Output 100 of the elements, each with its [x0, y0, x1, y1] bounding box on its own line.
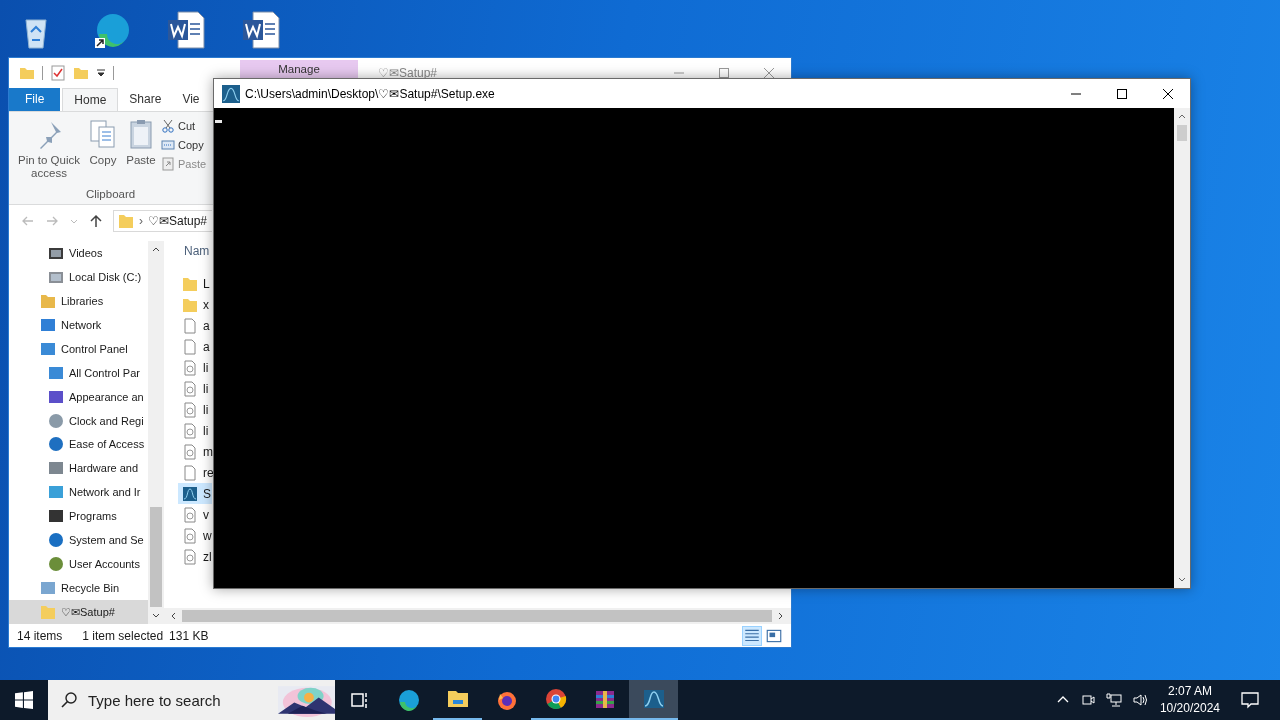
gear-document-icon [182, 422, 198, 439]
nav-item[interactable]: Libraries [9, 288, 148, 313]
file-row[interactable]: re [178, 462, 212, 483]
window-title: C:\Users\admin\Desktop\♡✉Satup#\Setup.exe [245, 86, 495, 101]
file-row[interactable]: zl [178, 546, 212, 567]
nav-item[interactable]: Ease of Access [9, 432, 148, 457]
pin-button[interactable]: Pin to Quick access [15, 116, 83, 188]
file-row[interactable]: x [178, 294, 212, 315]
nav-item[interactable]: All Control Par [9, 360, 148, 385]
cut-button[interactable]: Cut [161, 118, 207, 134]
window-title: ♡✉Satup# [378, 66, 438, 80]
file-row[interactable]: L [178, 273, 212, 294]
network-icon [48, 484, 64, 501]
network-icon[interactable] [1105, 692, 1122, 708]
file-row[interactable]: m [178, 441, 212, 462]
file-row[interactable]: a [178, 315, 212, 336]
gear-document-icon [182, 548, 198, 565]
ribbon-tab[interactable]: File [9, 88, 61, 111]
shortcut-icon [161, 157, 175, 171]
file-row[interactable]: li [178, 399, 212, 420]
clock-date: 10/20/2024 [1159, 700, 1220, 717]
control-panel-icon [40, 340, 56, 357]
app-icon [182, 485, 198, 502]
column-header[interactable]: Nam [178, 241, 212, 265]
users-icon [48, 556, 64, 573]
chrome-icon [543, 687, 568, 711]
nav-item[interactable]: Network and Ir [9, 480, 148, 505]
file-row[interactable]: li [178, 378, 212, 399]
printer-icon [48, 460, 64, 477]
search-icon [60, 691, 78, 709]
clock-time: 2:07 AM [1167, 683, 1212, 700]
word-document-icon[interactable] [241, 8, 281, 52]
clock[interactable]: 2:07 AM 10/20/2024 [1159, 683, 1220, 717]
nav-item[interactable]: Appearance an [9, 384, 148, 409]
gear-document-icon [182, 506, 198, 523]
ribbon-tab[interactable]: Vie [172, 88, 200, 111]
document-icon [182, 338, 198, 355]
browser-icon [396, 688, 421, 712]
dropdown-icon[interactable] [96, 68, 106, 78]
word-document-icon[interactable] [166, 8, 206, 52]
nav-item[interactable]: Control Panel [9, 336, 148, 361]
file-row[interactable]: a [178, 336, 212, 357]
folder-icon [118, 213, 134, 229]
scrollbar[interactable] [148, 241, 164, 624]
up-icon[interactable] [89, 214, 103, 228]
file-row[interactable]: w [178, 525, 212, 546]
status-text: 131 KB [169, 628, 209, 643]
context-tab[interactable]: Manage [240, 60, 358, 78]
app-icon [222, 84, 240, 103]
file-row[interactable]: v [178, 504, 212, 525]
maximize-icon[interactable] [1116, 87, 1128, 100]
copy-path-button[interactable]: Copy [161, 137, 207, 153]
nav-item[interactable]: Videos [9, 241, 148, 265]
address-bar[interactable]: › ♡✉Satup# [113, 210, 212, 232]
accessibility-icon [48, 436, 64, 453]
copy-button[interactable]: Copy [85, 116, 121, 188]
gear-document-icon [182, 443, 198, 460]
paste-button[interactable]: Paste [123, 116, 159, 188]
file-row[interactable]: li [178, 357, 212, 378]
camera-icon[interactable] [1079, 692, 1096, 708]
copy-path-icon [161, 138, 175, 152]
ribbon-tab[interactable]: Share [118, 88, 173, 111]
nav-item[interactable]: Network [9, 312, 148, 337]
file-row[interactable]: S [178, 483, 212, 504]
ribbon-tab[interactable]: Home [62, 88, 119, 111]
speaker-icon[interactable] [1131, 692, 1148, 708]
search-bar[interactable]: Type here to search [48, 680, 335, 720]
nav-item[interactable]: Programs [9, 504, 148, 529]
app-icon [641, 687, 666, 711]
gear-document-icon [182, 380, 198, 397]
search-field[interactable]: Type here to search [86, 690, 270, 710]
nav-item[interactable]: ♡✉Satup# [9, 600, 148, 624]
file-row[interactable]: li [178, 420, 212, 441]
details-view-icon[interactable] [743, 626, 761, 645]
properties-icon[interactable] [50, 65, 66, 81]
breadcrumb[interactable]: ♡✉Satup# [148, 214, 208, 228]
scrollbar-thumb[interactable] [1177, 125, 1187, 141]
status-text: 1 item selected [82, 628, 164, 643]
network-icon [40, 316, 56, 333]
scrollbar-thumb[interactable] [182, 610, 772, 622]
folder-icon [182, 296, 198, 313]
scrollbar-thumb[interactable] [150, 507, 162, 607]
notification-icon[interactable] [1240, 690, 1260, 710]
scrollbar[interactable] [1174, 108, 1190, 588]
nav-item[interactable]: System and Se [9, 528, 148, 553]
scrollbar[interactable] [164, 608, 791, 624]
windows-logo-icon [15, 691, 33, 709]
document-icon [182, 464, 198, 481]
group-label: Clipboard [85, 188, 136, 200]
breadcrumb-separator[interactable]: › [139, 214, 143, 228]
nav-item[interactable]: Recycle Bin [9, 576, 148, 601]
nav-item[interactable]: Hardware and [9, 456, 148, 481]
display-icon [48, 388, 64, 405]
nav-item[interactable]: Local Disk (C:) [9, 264, 148, 289]
clock-icon [48, 412, 64, 429]
shield-icon [48, 532, 64, 549]
close-icon[interactable] [1162, 87, 1174, 100]
nav-item[interactable]: User Accounts [9, 552, 148, 577]
gear-document-icon [182, 401, 198, 418]
nav-item[interactable]: Clock and Regi [9, 408, 148, 433]
